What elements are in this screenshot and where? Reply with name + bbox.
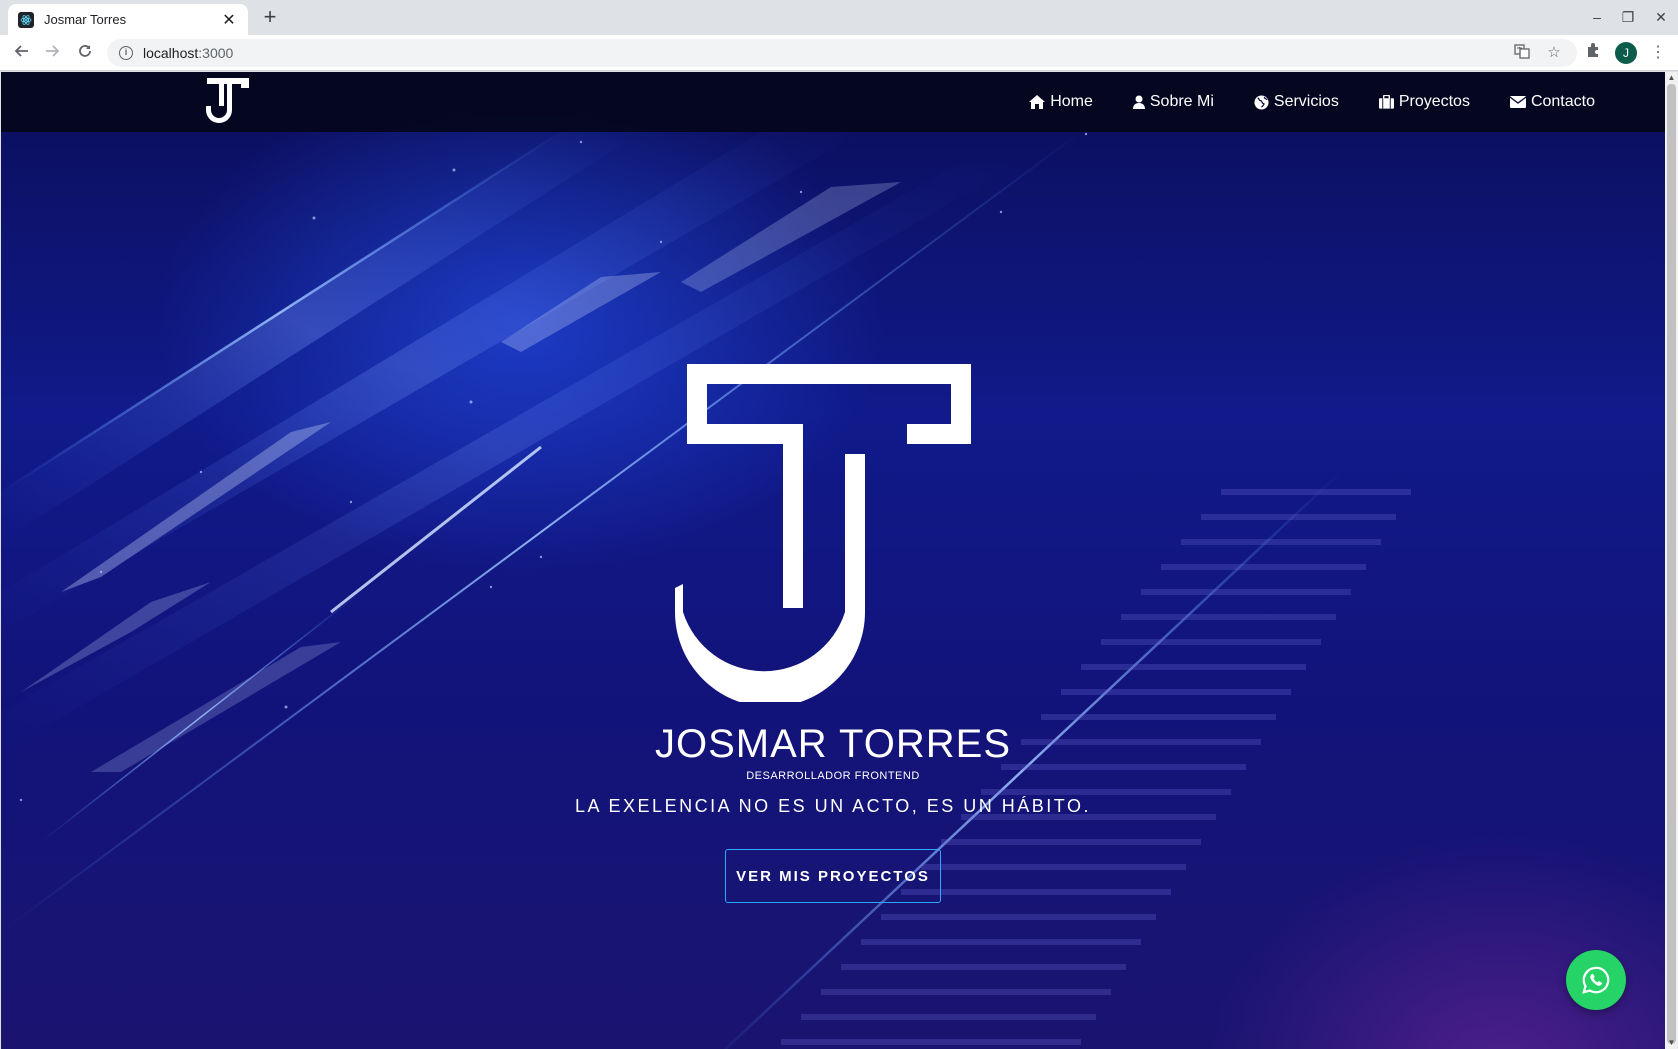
hero-quote: LA EXELENCIA NO ES UN ACTO, ES UN HÁBITO… [575, 796, 1091, 816]
forward-arrow-icon[interactable] [41, 41, 65, 65]
envelope-icon [1509, 96, 1526, 108]
user-icon [1132, 95, 1145, 109]
nav-item-contacto[interactable]: Contacto [1509, 93, 1595, 111]
briefcase-icon [1378, 95, 1394, 109]
nav-item-label: Sobre Mi [1149, 93, 1214, 110]
nav-item-label: Home [1050, 93, 1093, 110]
profile-avatar[interactable]: J [1615, 42, 1637, 64]
scroll-thumb[interactable] [1667, 84, 1676, 1044]
window-close-icon[interactable]: ✕ [1647, 6, 1675, 28]
translate-icon[interactable] [1512, 43, 1532, 63]
hero-role: DESARROLLADOR FRONTEND [746, 770, 920, 782]
nav-links: Home Sobre Mi Servicios Proyectos Contac… [989, 72, 1595, 132]
scroll-down-icon[interactable]: ▼ [1665, 1037, 1678, 1049]
scroll-up-icon[interactable]: ▲ [1665, 72, 1678, 84]
home-icon [1029, 95, 1046, 109]
browser-tab-strip: Josmar Torres ✕ + – ❐ ✕ [0, 0, 1678, 35]
hero-name: JOSMAR TORRES [654, 722, 1012, 766]
whatsapp-button[interactable] [1566, 950, 1626, 1010]
new-tab-button[interactable]: + [258, 6, 282, 30]
nav-item-label: Servicios [1273, 93, 1339, 110]
restore-icon[interactable]: ❐ [1614, 6, 1642, 28]
nav-item-proyectos[interactable]: Proyectos [1378, 93, 1470, 111]
site-navbar: Home Sobre Mi Servicios Proyectos Contac… [1, 72, 1665, 132]
whatsapp-icon [1582, 966, 1610, 994]
ver-proyectos-button[interactable]: VER MIS PROYECTOS [725, 849, 941, 903]
page-scrollbar[interactable]: ▲ ▼ [1665, 72, 1678, 1049]
tab-title: Josmar Torres [44, 12, 127, 27]
back-arrow-icon[interactable] [9, 41, 33, 65]
globe-icon [1254, 94, 1269, 110]
url-text[interactable]: localhost:3000 [143, 45, 233, 61]
address-bar[interactable]: i localhost:3000 ☆ [107, 39, 1577, 67]
nav-item-label: Contacto [1530, 93, 1595, 110]
tab-close-icon[interactable]: ✕ [220, 10, 238, 30]
site-info-icon[interactable]: i [119, 46, 133, 60]
nav-item-servicios[interactable]: Servicios [1254, 93, 1339, 111]
minimize-icon[interactable]: – [1583, 6, 1611, 28]
nav-item-label: Proyectos [1398, 93, 1470, 110]
browser-menu-icon[interactable]: ⋮ [1650, 42, 1666, 64]
page-viewport: Home Sobre Mi Servicios Proyectos Contac… [1, 72, 1665, 1049]
nav-item-home[interactable]: Home [1029, 93, 1093, 111]
site-logo-icon[interactable] [205, 76, 251, 126]
reload-icon[interactable] [73, 41, 97, 65]
hero-logo-icon [675, 364, 971, 702]
browser-toolbar: i localhost:3000 ☆ [0, 35, 1678, 71]
bookmark-star-icon[interactable]: ☆ [1544, 43, 1564, 63]
nav-item-sobre-mi[interactable]: Sobre Mi [1132, 93, 1214, 111]
react-favicon-icon [18, 11, 34, 28]
browser-tab[interactable]: Josmar Torres ✕ [8, 4, 248, 35]
extensions-puzzle-icon[interactable] [1583, 42, 1605, 64]
